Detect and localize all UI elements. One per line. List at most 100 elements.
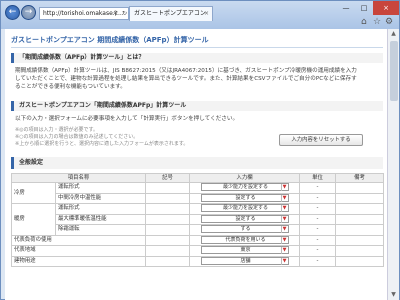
page-title: ガスヒートポンプエアコン 期間成績係数（APFp）計算ツール bbox=[11, 36, 209, 44]
row-unit: - bbox=[299, 213, 337, 225]
select-defrost[interactable]: する ▼ bbox=[200, 225, 289, 233]
minimize-button[interactable]: — bbox=[337, 1, 355, 15]
select-value: 代表負荷を用いる bbox=[225, 236, 266, 243]
page-content: ガスヒートポンプエアコン 期間成績係数（APFp）計算ツール 「期間成績係数（A… bbox=[5, 29, 387, 300]
close-tab-icon[interactable]: × bbox=[204, 7, 209, 21]
chevron-down-icon: ▼ bbox=[280, 226, 288, 233]
row-unit: - bbox=[299, 182, 337, 194]
row-group-label: 冷房 bbox=[11, 182, 56, 204]
select-value: 店舗 bbox=[240, 257, 251, 264]
tool-heading: ガスヒートポンプエアコン「期間成績係数APFp」計算ツール bbox=[11, 101, 383, 111]
scrollbar-thumb[interactable] bbox=[390, 41, 398, 101]
header-unit: 単位 bbox=[299, 173, 337, 183]
select-region[interactable]: 東京 ▼ bbox=[200, 246, 289, 254]
title-divider bbox=[11, 47, 383, 48]
select-heating-operation[interactable]: 最少能力を設定する ▼ bbox=[200, 204, 289, 212]
favorites-star-icon[interactable]: ☆ bbox=[373, 17, 381, 27]
table-row: 中間冷房中温性能 設定する ▼ - bbox=[12, 192, 385, 204]
row-unit: - bbox=[299, 245, 337, 257]
select-cooling-mid-performance[interactable]: 設定する ▼ bbox=[200, 193, 289, 202]
search-icon[interactable]: ⚲ bbox=[111, 7, 120, 20]
select-representative-load[interactable]: 代表負荷を用いる ▼ bbox=[200, 235, 289, 244]
back-arrow-icon[interactable]: ← bbox=[5, 5, 20, 20]
select-cooling-operation[interactable]: 最少能力を設定する ▼ bbox=[200, 183, 289, 191]
select-building-use[interactable]: 店舗 ▼ bbox=[200, 256, 289, 265]
row-item-label: 運転形式 bbox=[54, 203, 147, 215]
row-item-label: 代表地域 bbox=[10, 245, 147, 257]
forward-arrow-icon[interactable]: → bbox=[21, 5, 36, 20]
browser-toolbar: ← → http://torishoi.omakase.c... ⚲ ↻ ガスヒ… bbox=[1, 1, 399, 29]
row-unit: - bbox=[299, 203, 337, 215]
header-symbol: 記号 bbox=[145, 173, 191, 183]
note-required: ※◎の項目は入力・選択が必要です。 bbox=[15, 127, 99, 133]
scroll-down-icon[interactable]: ▼ bbox=[388, 290, 399, 300]
row-item-label: 運転形式 bbox=[54, 182, 147, 194]
row-symbol bbox=[145, 224, 191, 236]
chevron-down-icon: ▼ bbox=[280, 215, 288, 223]
maximize-button[interactable]: □ bbox=[355, 1, 373, 15]
select-value: 最少能力を設定する bbox=[223, 205, 269, 211]
row-note bbox=[335, 203, 385, 215]
row-note bbox=[335, 224, 385, 236]
row-symbol bbox=[145, 192, 191, 204]
settings-table: 項目名称 記号 入力欄 単位 備考 冷房 運転形式 最少能力を設定する ▼ - bbox=[10, 173, 385, 267]
table-row: 暖房 運転形式 最少能力を設定する ▼ - bbox=[11, 203, 385, 236]
row-note bbox=[335, 234, 385, 246]
header-note: 備考 bbox=[335, 173, 385, 183]
chevron-down-icon: ▼ bbox=[280, 247, 288, 254]
row-symbol bbox=[145, 245, 191, 257]
gear-icon[interactable]: ⚙ bbox=[385, 17, 393, 27]
table-row: 最大標準暖低温性能 設定する ▼ - bbox=[12, 213, 385, 225]
browser-window: ← → http://torishoi.omakase.c... ⚲ ↻ ガスヒ… bbox=[0, 0, 400, 300]
header-input: 入力欄 bbox=[189, 173, 301, 183]
row-note bbox=[335, 192, 385, 204]
row-symbol bbox=[145, 203, 191, 215]
select-heating-low-temp[interactable]: 設定する ▼ bbox=[200, 214, 289, 223]
table-row: 代表負荷の使用 代表負荷を用いる ▼ - bbox=[10, 234, 385, 246]
row-symbol bbox=[145, 255, 191, 267]
chevron-down-icon: ▼ bbox=[280, 205, 288, 212]
row-note bbox=[335, 182, 385, 194]
row-item-label: 代表負荷の使用 bbox=[10, 234, 147, 246]
row-item-label: 中間冷房中温性能 bbox=[54, 192, 147, 204]
note-order: ※上から順に選択を行うと、選択内容に適した入力フォームが表示されます。 bbox=[15, 141, 189, 147]
row-note bbox=[335, 213, 385, 225]
row-symbol bbox=[145, 182, 191, 194]
row-unit: - bbox=[299, 255, 337, 267]
chevron-down-icon: ▼ bbox=[280, 257, 288, 265]
row-note bbox=[335, 245, 385, 257]
select-value: 設定する bbox=[235, 215, 256, 222]
row-unit: - bbox=[299, 192, 337, 204]
chevron-down-icon: ▼ bbox=[280, 184, 288, 191]
close-window-button[interactable]: × bbox=[373, 1, 399, 15]
scroll-up-icon[interactable]: ▲ bbox=[388, 29, 399, 39]
select-value: 最少能力を設定する bbox=[223, 184, 269, 190]
row-unit: - bbox=[299, 234, 337, 246]
reset-button[interactable]: 入力内容をリセットする bbox=[279, 134, 363, 146]
select-value: する bbox=[240, 226, 251, 232]
select-value: 設定する bbox=[235, 194, 256, 201]
vertical-scrollbar[interactable]: ▲ ▼ bbox=[387, 29, 399, 300]
table-row: 代表地域 東京 ▼ - bbox=[10, 245, 385, 257]
table-row: 冷房 運転形式 最少能力を設定する ▼ - bbox=[11, 182, 385, 204]
table-row: 除霜運転 する ▼ - bbox=[12, 224, 385, 236]
home-icon[interactable]: ⌂ bbox=[361, 17, 367, 27]
about-line-2: していただくことで、建物な計算過程を処理し結果を算出できるツールです。また、計算… bbox=[15, 76, 357, 82]
about-heading: 「期間成績係数（APFp）計算ツール」とは？ bbox=[11, 53, 383, 63]
section-general-settings: 全般設定 bbox=[11, 157, 383, 169]
header-item-name: 項目名称 bbox=[10, 173, 147, 183]
about-line-1: 期間成績係数（APFp）計算ツールは、JIS B8627:2015（又はJRA4… bbox=[15, 68, 357, 74]
row-unit: - bbox=[299, 224, 337, 236]
select-value: 東京 bbox=[240, 247, 251, 253]
table-row: 建物用途 店舗 ▼ - bbox=[10, 255, 385, 267]
table-header-row: 項目名称 記号 入力欄 単位 備考 bbox=[10, 173, 385, 183]
tab-active[interactable]: ガスヒートポンプエアコン × bbox=[129, 6, 213, 21]
chevron-down-icon: ▼ bbox=[280, 194, 288, 202]
row-note bbox=[335, 255, 385, 267]
note-numeric: ※○の項目は入力の場合は数値のみ記述してください。 bbox=[15, 134, 139, 140]
refresh-icon[interactable]: ↻ bbox=[120, 7, 129, 20]
chevron-down-icon: ▼ bbox=[280, 236, 288, 244]
tab-title: ガスヒートポンプエアコン bbox=[134, 10, 206, 17]
row-item-label: 最大標準暖低温性能 bbox=[54, 213, 147, 225]
row-symbol bbox=[145, 234, 191, 246]
